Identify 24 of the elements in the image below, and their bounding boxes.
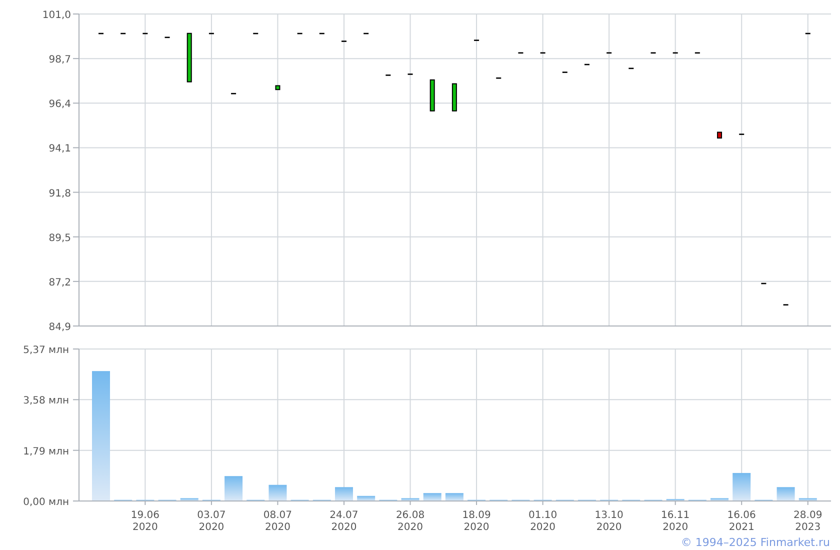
y-axis-label: 98,7 [48,54,71,66]
x-axis-label: 26.08 2020 [396,510,425,533]
y-axis-label: 1,79 млн [23,446,69,458]
x-axis-label: 24.07 2020 [330,510,358,533]
y-axis-label: 87,2 [48,277,71,288]
y-axis-label: 101,0 [42,10,71,21]
y-axis-label: 84,9 [48,322,71,333]
x-axis-label: 19.06 2020 [130,510,160,533]
y-axis-label: 0,00 млн [23,497,69,508]
y-axis-label: 96,4 [48,99,71,110]
x-axis-label: 28.09 2023 [794,510,822,533]
y-axis-label: 94,1 [48,144,71,155]
x-axis-label: 13.10 2020 [594,510,624,533]
x-axis-label: 08.07 2020 [263,510,292,533]
y-axis-label: 89,5 [48,232,71,244]
x-axis-label: 18.09 2020 [462,510,491,533]
y-axis-label: 3,58 млн [23,396,69,407]
y-axis-label: 5,37 млн [23,345,69,356]
copyright-link[interactable]: © 1994–2025 Finmarket.ru [680,536,830,550]
x-axis-label: 03.07 2020 [197,510,226,533]
y-axis-label: 91,8 [48,188,71,200]
x-axis-label: 01.10 2020 [528,510,558,533]
x-axis-label: 16.06 2021 [727,510,756,533]
x-axis-label: 16.11 2020 [661,510,690,533]
